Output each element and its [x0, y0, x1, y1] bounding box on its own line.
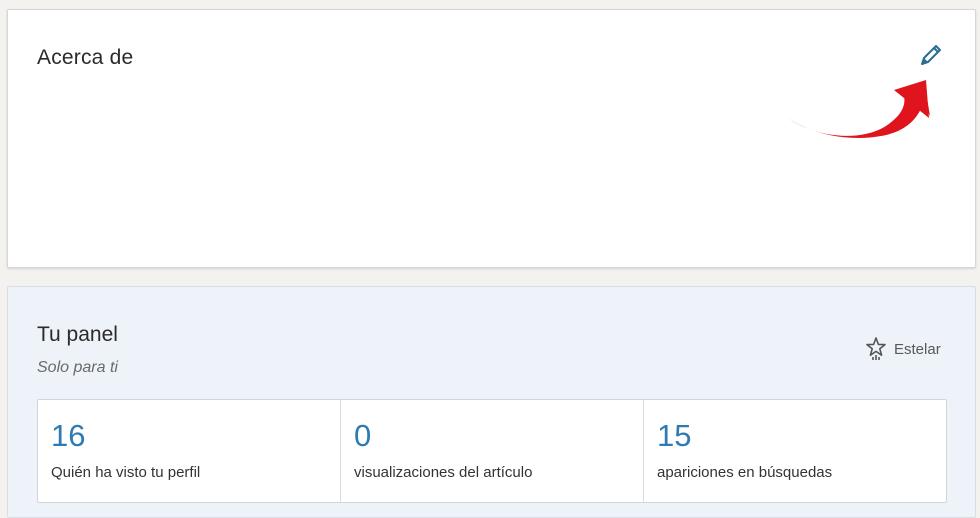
stat-label: visualizaciones del artículo [354, 464, 533, 481]
dashboard-title: Tu panel [37, 323, 118, 346]
red-annotation-arrow [788, 80, 930, 138]
stats-row: 16 Quién ha visto tu perfil 0 visualizac… [37, 399, 947, 503]
about-section: Acerca de [7, 9, 976, 268]
stat-search-appearances[interactable]: 15 apariciones en búsquedas [644, 400, 946, 502]
stat-profile-views[interactable]: 16 Quién ha visto tu perfil [38, 400, 341, 502]
dashboard-subtitle: Solo para ti [37, 359, 118, 376]
stat-value: 16 [51, 418, 86, 453]
pencil-icon [921, 45, 941, 65]
stat-value: 0 [354, 418, 372, 453]
about-title: Acerca de [37, 46, 134, 69]
stat-label: Quién ha visto tu perfil [51, 464, 201, 481]
star-label: Estelar [894, 340, 941, 358]
star-icon [866, 337, 886, 360]
dashboard-section: Tu panel Solo para ti Estelar 16 Quién h… [7, 286, 976, 518]
edit-about-button[interactable] [917, 41, 945, 69]
star-button[interactable]: Estelar [866, 337, 941, 361]
stat-label: apariciones en búsquedas [657, 464, 833, 481]
stat-article-views[interactable]: 0 visualizaciones del artículo [341, 400, 644, 502]
stat-value: 15 [657, 418, 692, 453]
